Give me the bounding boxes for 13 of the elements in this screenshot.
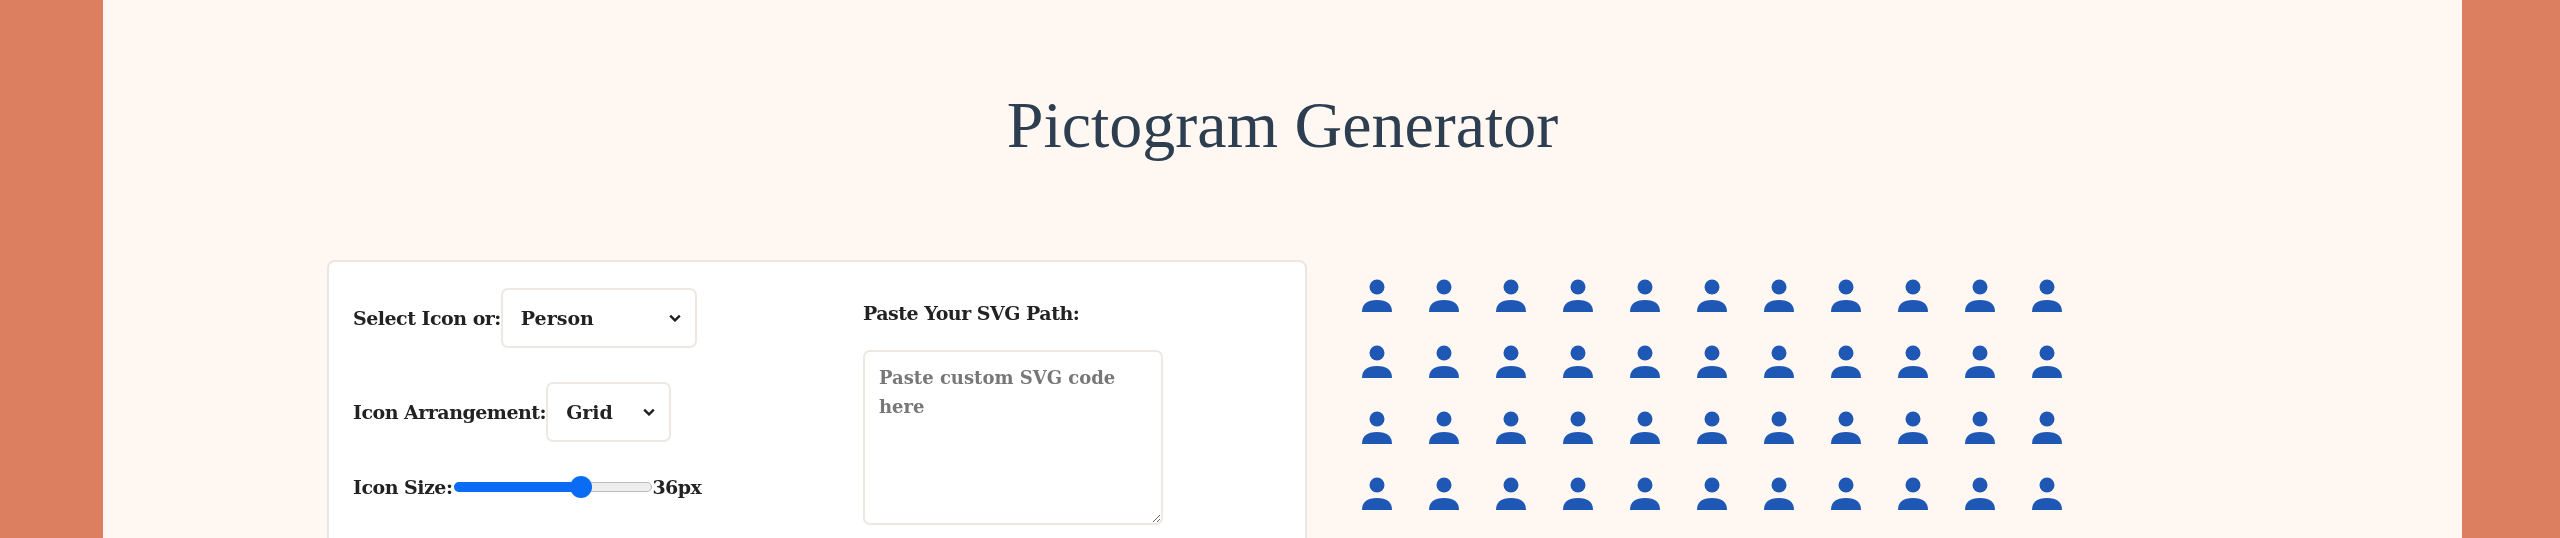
svg-path-field[interactable]: Paste custom SVG code here: [863, 349, 1163, 525]
page-title: Pictogram Generator: [1006, 87, 1559, 163]
icon-size-label: Icon Size:: [353, 475, 453, 498]
chevron-down-icon: [668, 313, 681, 322]
svg-path-label: Paste Your SVG Path:: [863, 301, 1081, 324]
icon-select-label: Select Icon or:: [353, 306, 501, 329]
slider-thumb[interactable]: [570, 475, 593, 498]
icon-size-slider[interactable]: [454, 475, 653, 498]
arrangement-select[interactable]: Grid: [546, 381, 672, 442]
chevron-down-icon: [643, 407, 656, 416]
arrangement-label: Icon Arrangement:: [353, 400, 547, 423]
icon-size-value: 36px: [652, 475, 702, 498]
icon-select[interactable]: Person: [500, 287, 697, 348]
